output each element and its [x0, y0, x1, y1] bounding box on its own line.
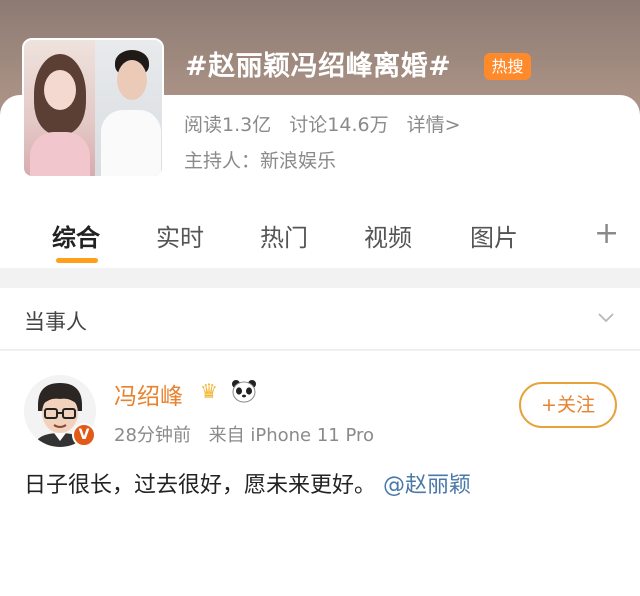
post-content: 日子很长，过去很好，愿未来更好。 @赵丽颖	[24, 467, 471, 499]
hot-search-badge: 热搜	[484, 53, 531, 80]
topic-stats: 阅读1.3亿 讨论14.6万 详情>	[184, 110, 473, 137]
topic-cover-image[interactable]	[22, 38, 164, 178]
cover-right-photo	[95, 40, 162, 176]
post-username[interactable]: 冯绍峰	[114, 377, 183, 411]
tab-hot[interactable]: 热门	[260, 218, 308, 253]
cover-left-photo	[24, 40, 95, 176]
topic-host: 主持人：新浪娱乐	[184, 150, 337, 172]
post-meta: 28分钟前 来自 iPhone 11 Pro	[114, 421, 386, 447]
mention-link[interactable]: @赵丽颖	[383, 473, 471, 498]
details-link[interactable]: 详情>	[407, 114, 461, 136]
add-tab-icon[interactable]: +	[594, 216, 619, 251]
chevron-down-icon[interactable]	[597, 308, 615, 326]
tab-realtime[interactable]: 实时	[156, 218, 204, 253]
panda-icon	[232, 380, 256, 403]
section-header[interactable]: 当事人	[0, 288, 640, 350]
tab-all[interactable]: 综合	[52, 218, 100, 253]
discussion-count: 讨论14.6万	[289, 114, 389, 136]
follow-button[interactable]: +关注	[519, 382, 617, 428]
post-text: 日子很长，过去很好，愿未来更好。	[24, 473, 377, 498]
read-count: 阅读1.3亿	[184, 114, 272, 136]
tab-bar: 综合 实时 热门 视频 图片 +	[0, 200, 640, 268]
crown-icon: ♛	[200, 379, 218, 403]
active-tab-indicator	[56, 258, 98, 263]
section-title: 当事人	[24, 310, 87, 334]
post-source: 来自 iPhone 11 Pro	[208, 425, 375, 446]
tab-video[interactable]: 视频	[364, 218, 412, 253]
post-time: 28分钟前	[114, 425, 191, 446]
weibo-post: V 冯绍峰 ♛ 28分钟前 来自 iPhone 11 Pro +关注 日子很长，…	[0, 351, 640, 596]
verified-badge-icon: V	[72, 423, 96, 447]
topic-header: #赵丽颖冯绍峰离婚# 热搜 阅读1.3亿 讨论14.6万 详情> 主持人：新浪娱…	[0, 0, 640, 205]
topic-title: #赵丽颖冯绍峰离婚#	[185, 51, 452, 82]
tab-images[interactable]: 图片	[470, 218, 518, 253]
